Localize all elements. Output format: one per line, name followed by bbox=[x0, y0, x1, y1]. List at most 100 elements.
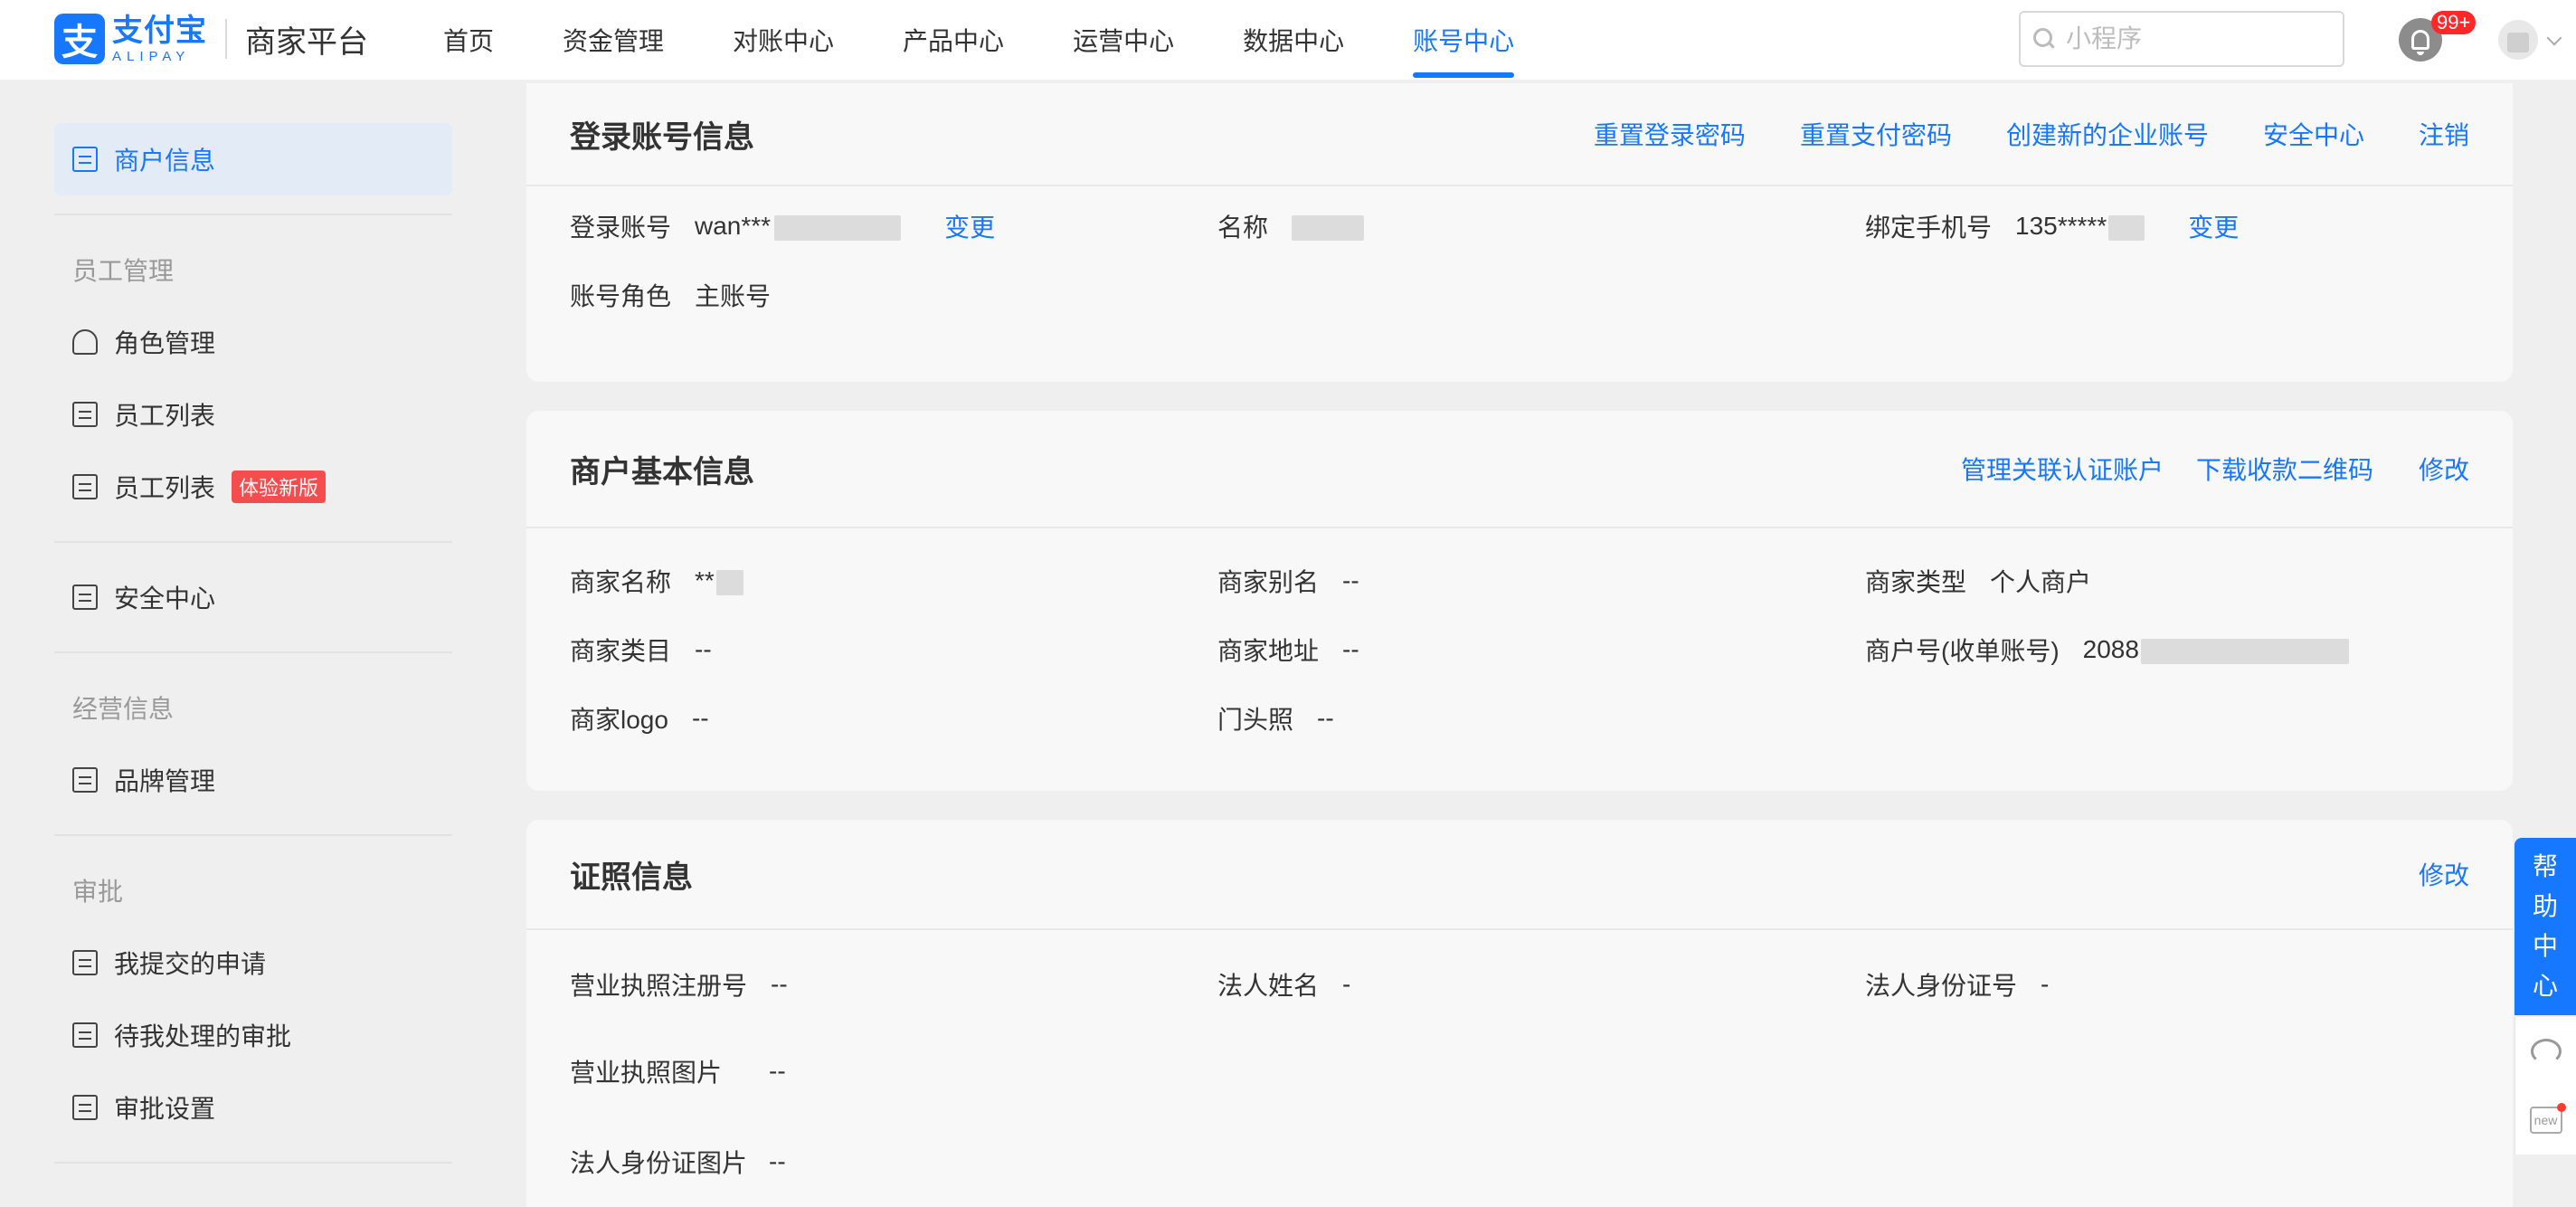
sidebar: 商户信息 员工管理 角色管理 员工列表 员工列表 体验新版 安全中心 经营信息 … bbox=[54, 123, 452, 1182]
nav-funds[interactable]: 资金管理 bbox=[563, 0, 664, 80]
checkbox-icon bbox=[72, 950, 98, 975]
field-bound-phone: 绑定手机号 135***** 变更 bbox=[1865, 208, 2239, 244]
sidebar-section-business: 经营信息 bbox=[72, 695, 175, 723]
nav-reconciliation[interactable]: 对账中心 bbox=[733, 0, 834, 80]
field-license-image: 营业执照图片 -- bbox=[570, 1053, 786, 1089]
chevron-down-icon[interactable] bbox=[2546, 30, 2562, 46]
field-label: 商家logo bbox=[570, 706, 668, 734]
card-actions: 修改 bbox=[2419, 856, 2469, 892]
field-legal-id: 法人身份证号 - bbox=[1865, 966, 2049, 1003]
sidebar-item-label: 角色管理 bbox=[114, 329, 216, 357]
redacted-mask bbox=[715, 569, 743, 595]
reset-payment-password-link[interactable]: 重置支付密码 bbox=[1800, 116, 1952, 152]
login-account-value: wan*** bbox=[695, 212, 772, 240]
nav-account[interactable]: 账号中心 bbox=[1413, 0, 1515, 80]
notification-badge: 99+ bbox=[2431, 11, 2477, 34]
sidebar-item-staff-list[interactable]: 员工列表 bbox=[54, 378, 452, 451]
field-label: 商家别名 bbox=[1217, 568, 1320, 596]
create-enterprise-account-link[interactable]: 创建新的企业账号 bbox=[2006, 116, 2209, 152]
divider bbox=[54, 214, 452, 215]
nav-data[interactable]: 数据中心 bbox=[1243, 0, 1344, 80]
field-value: -- bbox=[1317, 704, 1334, 732]
field-label: 账号角色 bbox=[570, 282, 672, 310]
alipay-logo[interactable]: 支 支付宝 ALIPAY 商家平台 bbox=[54, 13, 368, 65]
field-value: 135***** bbox=[2015, 212, 2145, 241]
sidebar-item-approval-settings[interactable]: 审批设置 bbox=[54, 1071, 452, 1144]
card-header: 商户基本信息 管理关联认证账户 下载收款二维码 修改 bbox=[526, 411, 2513, 528]
field-value: -- bbox=[769, 1057, 786, 1085]
bell-icon bbox=[2411, 30, 2429, 55]
field-merchant-alias: 商家别名 -- bbox=[1217, 563, 1359, 599]
help-center-button[interactable]: 帮 助 中 心 bbox=[2514, 838, 2576, 1015]
nav-home[interactable]: 首页 bbox=[443, 0, 494, 80]
field-merchant-type: 商家类型 个人商户 bbox=[1865, 563, 2091, 599]
manage-linked-accounts-link[interactable]: 管理关联认证账户 bbox=[1961, 451, 2164, 487]
search-box[interactable] bbox=[2019, 11, 2344, 67]
field-label: 商家地址 bbox=[1217, 637, 1320, 665]
field-label: 绑定手机号 bbox=[1865, 214, 1993, 242]
download-qr-link[interactable]: 下载收款二维码 bbox=[2196, 451, 2373, 487]
edit-license-link[interactable]: 修改 bbox=[2419, 856, 2469, 892]
whats-new-button[interactable]: new bbox=[2514, 1086, 2576, 1155]
field-value: 个人商户 bbox=[1990, 568, 2092, 596]
sidebar-item-security[interactable]: 安全中心 bbox=[54, 561, 452, 633]
change-phone-link[interactable]: 变更 bbox=[2188, 208, 2239, 244]
field-merchant-pid: 商户号(收单账号) 2088 bbox=[1865, 632, 2349, 668]
logo-name-cn: 支付宝 bbox=[112, 13, 207, 48]
field-merchant-category: 商家类目 -- bbox=[570, 632, 712, 668]
alipay-logo-icon: 支 bbox=[54, 14, 105, 64]
field-merchant-name: 商家名称 ** bbox=[570, 563, 743, 599]
field-merchant-logo: 商家logo -- bbox=[570, 700, 709, 737]
new-label: new bbox=[2533, 1113, 2558, 1127]
field-value: 2088 bbox=[2083, 635, 2349, 664]
merchant-basic-info-card: 商户基本信息 管理关联认证账户 下载收款二维码 修改 商家名称 ** 商家别名 … bbox=[526, 411, 2513, 791]
sidebar-item-pending-approval[interactable]: 待我处理的审批 bbox=[54, 999, 452, 1071]
change-account-link[interactable]: 变更 bbox=[944, 208, 995, 244]
field-value: - bbox=[1342, 970, 1351, 998]
card-title: 登录账号信息 bbox=[570, 119, 754, 155]
logo-divider bbox=[225, 19, 227, 59]
sidebar-item-staff-list-new[interactable]: 员工列表 体验新版 bbox=[54, 451, 452, 523]
security-center-link[interactable]: 安全中心 bbox=[2263, 116, 2364, 152]
edit-basic-info-link[interactable]: 修改 bbox=[2419, 451, 2469, 487]
nav-operations[interactable]: 运营中心 bbox=[1073, 0, 1174, 80]
field-label: 法人姓名 bbox=[1217, 972, 1320, 1000]
redacted-mask bbox=[774, 214, 902, 241]
field-value bbox=[1292, 212, 1365, 241]
card-title: 证照信息 bbox=[570, 860, 693, 895]
sidebar-item-brand-management[interactable]: 品牌管理 bbox=[54, 744, 452, 816]
field-value: -- bbox=[1342, 566, 1359, 594]
sidebar-item-label: 商户信息 bbox=[114, 147, 216, 175]
search-input[interactable] bbox=[2066, 24, 2328, 53]
license-info-card: 证照信息 修改 营业执照注册号 -- 法人姓名 - 法人身份证号 - 营业执照图… bbox=[526, 820, 2513, 1207]
settings-icon bbox=[72, 1095, 98, 1120]
cancel-account-link[interactable]: 注销 bbox=[2419, 116, 2469, 152]
logo-text: 支付宝 ALIPAY bbox=[112, 15, 207, 63]
user-icon bbox=[72, 329, 98, 355]
field-value: wan*** bbox=[695, 212, 902, 241]
divider bbox=[54, 541, 452, 543]
customer-service-button[interactable] bbox=[2514, 1017, 2576, 1086]
sidebar-item-label: 员工列表 bbox=[114, 402, 216, 430]
field-label: 营业执照图片 bbox=[570, 1059, 723, 1087]
nav-products[interactable]: 产品中心 bbox=[903, 0, 1004, 80]
list-icon bbox=[72, 584, 98, 610]
field-label: 登录账号 bbox=[570, 214, 672, 242]
field-label: 商户号(收单账号) bbox=[1865, 637, 2060, 665]
sidebar-item-role-management[interactable]: 角色管理 bbox=[54, 306, 452, 378]
new-icon: new bbox=[2529, 1103, 2566, 1134]
alert-icon bbox=[72, 1022, 98, 1048]
sidebar-item-label: 品牌管理 bbox=[114, 767, 216, 795]
reset-login-password-link[interactable]: 重置登录密码 bbox=[1594, 116, 1746, 152]
field-label: 法人身份证图片 bbox=[570, 1149, 748, 1177]
avatar[interactable] bbox=[2498, 20, 2538, 60]
field-account-role: 账号角色 主账号 bbox=[570, 277, 771, 313]
sidebar-item-my-requests[interactable]: 我提交的申请 bbox=[54, 927, 452, 999]
sidebar-item-label: 我提交的申请 bbox=[114, 950, 267, 978]
field-label: 商家类目 bbox=[570, 637, 672, 665]
field-label: 名称 bbox=[1217, 214, 1269, 242]
main-nav: 首页 资金管理 对账中心 产品中心 运营中心 数据中心 账号中心 bbox=[443, 0, 1583, 80]
card-header: 证照信息 修改 bbox=[526, 820, 2513, 930]
sidebar-item-merchant-info[interactable]: 商户信息 bbox=[54, 123, 452, 195]
field-value: ** bbox=[695, 566, 743, 595]
